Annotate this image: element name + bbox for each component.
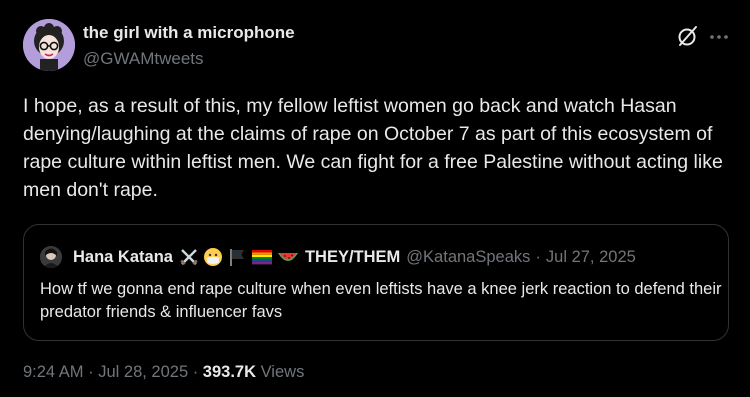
tweet-date[interactable]: Jul 28, 2025 (98, 363, 188, 381)
quoted-display-name[interactable]: Hana Katana (73, 248, 173, 267)
grok-icon[interactable] (676, 24, 700, 48)
quoted-name-suffix: THEY/THEM (304, 247, 401, 266)
watermelon-icon (277, 253, 298, 261)
quoted-tweet-header: Hana Katana THEY/THEM @KatanaSpeaks · Ju… (73, 246, 636, 268)
tweet-time[interactable]: 9:24 AM (23, 363, 84, 381)
author-avatar[interactable] (23, 19, 75, 71)
author-display-name[interactable]: the girl with a microphone (83, 23, 295, 43)
face-with-medical-mask-icon (203, 248, 222, 266)
views-count[interactable]: 393.7K (203, 363, 256, 381)
rainbow-flag-icon (251, 250, 272, 265)
quoted-separator: · (535, 247, 541, 266)
tweet-metadata: 9:24 AM · Jul 28, 2025 · 393.7K Views (23, 363, 304, 382)
quoted-tweet-text: How tf we gonna end rape culture when ev… (40, 280, 722, 321)
quoted-date[interactable]: Jul 27, 2025 (546, 248, 636, 267)
quoted-author-avatar (40, 246, 62, 268)
meta-separator: · (188, 363, 203, 381)
author-handle[interactable]: @GWAMtweets (83, 49, 204, 69)
views-label: Views (256, 363, 305, 381)
more-options-icon[interactable] (707, 27, 731, 47)
quoted-handle[interactable]: @KatanaSpeaks (406, 248, 530, 267)
quoted-tweet[interactable]: Hana Katana THEY/THEM @KatanaSpeaks · Ju… (23, 224, 729, 341)
tweet-text: I hope, as a result of this, my fellow l… (23, 95, 723, 201)
black-flag-icon (230, 249, 244, 266)
crossed-swords-icon (180, 249, 198, 265)
quoted-name-emojis (179, 247, 299, 267)
meta-separator: · (83, 363, 99, 381)
